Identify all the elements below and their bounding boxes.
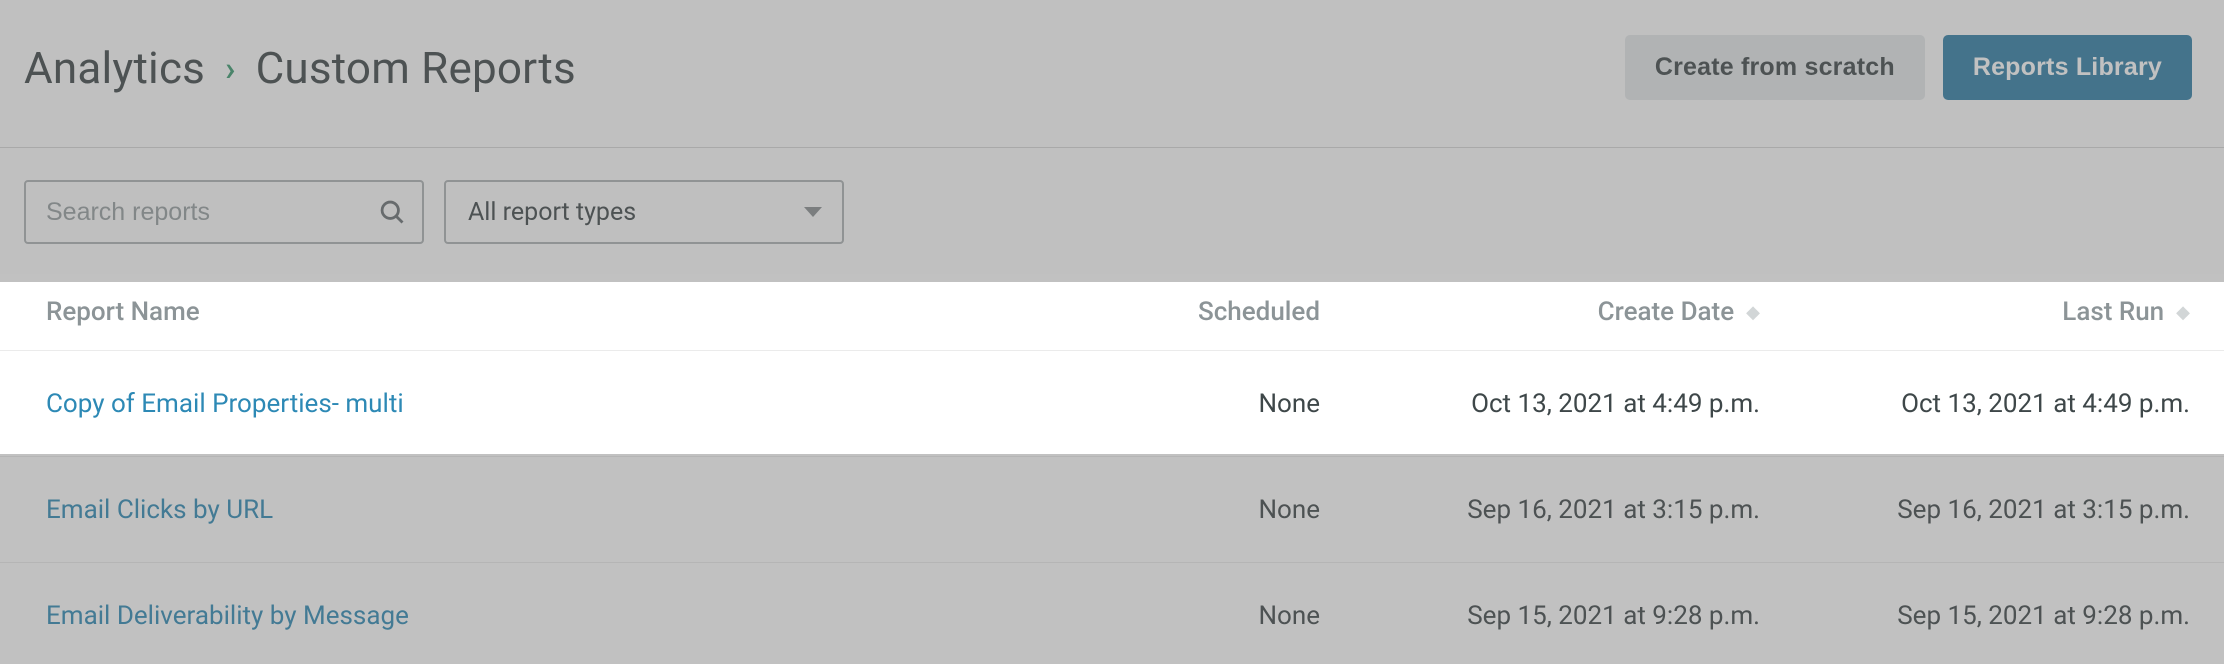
report-last-run: Sep 15, 2021 at 9:28 p.m. <box>1760 601 2190 631</box>
search-wrap <box>24 180 424 244</box>
breadcrumb-root[interactable]: Analytics <box>24 42 205 94</box>
column-header-name[interactable]: Report Name <box>46 297 1050 327</box>
create-from-scratch-button[interactable]: Create from scratch <box>1625 35 1925 100</box>
reports-table: Report Name Scheduled Create Date ◆ Last… <box>0 274 2224 668</box>
report-scheduled: None <box>1050 389 1330 419</box>
search-input[interactable] <box>24 180 424 244</box>
table-row: Copy of Email Properties- multi None Oct… <box>0 350 2224 456</box>
report-last-run: Oct 13, 2021 at 4:49 p.m. <box>1760 389 2190 419</box>
report-type-select[interactable]: All report types <box>444 180 844 244</box>
report-type-select-label: All report types <box>468 198 636 227</box>
sort-icon: ◆ <box>1746 302 1760 323</box>
report-scheduled: None <box>1050 495 1330 525</box>
report-create-date: Oct 13, 2021 at 4:49 p.m. <box>1330 389 1760 419</box>
report-name-link[interactable]: Email Clicks by URL <box>46 495 1050 525</box>
report-name-link[interactable]: Copy of Email Properties- multi <box>46 389 1050 419</box>
reports-library-button[interactable]: Reports Library <box>1943 35 2192 100</box>
column-header-create-date[interactable]: Create Date ◆ <box>1330 297 1760 327</box>
column-header-create-date-label: Create Date <box>1598 297 1735 327</box>
chevron-down-icon <box>804 207 822 217</box>
column-header-last-run[interactable]: Last Run ◆ <box>1760 297 2190 327</box>
report-scheduled: None <box>1050 601 1330 631</box>
report-last-run: Sep 16, 2021 at 3:15 p.m. <box>1760 495 2190 525</box>
sort-icon: ◆ <box>2176 302 2190 323</box>
report-create-date: Sep 16, 2021 at 3:15 p.m. <box>1330 495 1760 525</box>
header-actions: Create from scratch Reports Library <box>1625 35 2192 100</box>
table-header: Report Name Scheduled Create Date ◆ Last… <box>0 274 2224 350</box>
page-header: Analytics › Custom Reports Create from s… <box>0 0 2224 148</box>
column-header-scheduled[interactable]: Scheduled <box>1050 297 1330 327</box>
report-name-link[interactable]: Email Deliverability by Message <box>46 601 1050 631</box>
report-create-date: Sep 15, 2021 at 9:28 p.m. <box>1330 601 1760 631</box>
report-type-select-wrap: All report types <box>444 180 844 244</box>
table-row: Email Clicks by URL None Sep 16, 2021 at… <box>0 456 2224 562</box>
breadcrumb-current: Custom Reports <box>256 42 576 94</box>
column-header-last-run-label: Last Run <box>2062 297 2164 327</box>
chevron-right-icon: › <box>225 49 235 89</box>
search-icon <box>378 198 406 226</box>
filters-bar: All report types <box>0 148 2224 274</box>
breadcrumb: Analytics › Custom Reports <box>24 42 576 94</box>
table-row: Email Deliverability by Message None Sep… <box>0 562 2224 668</box>
